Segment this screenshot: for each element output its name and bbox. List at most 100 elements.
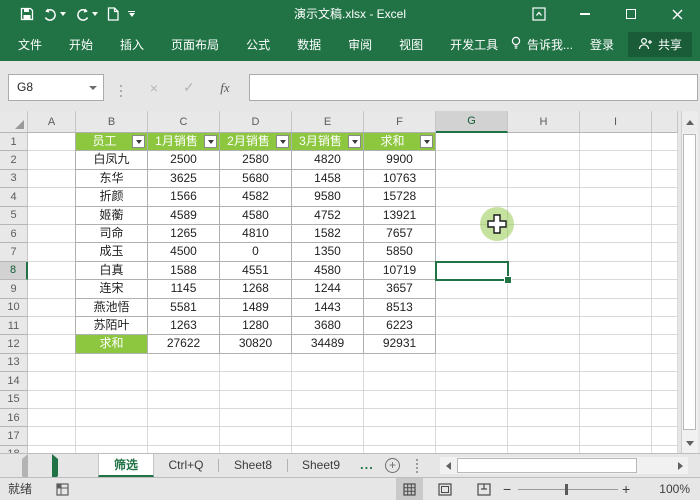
value-cell[interactable]: 4582 xyxy=(220,188,292,207)
row-header-4[interactable]: 4 xyxy=(0,188,28,207)
value-cell[interactable]: 4580 xyxy=(220,206,292,225)
tab-home[interactable]: 开始 xyxy=(69,36,93,53)
value-cell[interactable]: 5581 xyxy=(148,298,220,317)
undo-dropdown-icon[interactable] xyxy=(60,12,66,16)
value-cell[interactable]: 9580 xyxy=(292,188,364,207)
table-header-E1[interactable]: 3月销售 xyxy=(292,133,364,152)
tab-developer[interactable]: 开发工具 xyxy=(450,36,498,53)
column-header-B[interactable]: B xyxy=(76,111,148,133)
vertical-scroll-thumb[interactable] xyxy=(683,134,696,430)
customize-quick-access-icon[interactable] xyxy=(128,10,135,18)
value-cell[interactable]: 4500 xyxy=(148,243,220,262)
column-header-A[interactable]: A xyxy=(28,111,76,133)
value-cell[interactable]: 6223 xyxy=(364,317,436,336)
select-all-corner[interactable] xyxy=(0,111,28,133)
tab-review[interactable]: 审阅 xyxy=(348,36,372,53)
value-cell[interactable]: 1244 xyxy=(292,280,364,299)
tab-formulas[interactable]: 公式 xyxy=(246,36,270,53)
row-header-8[interactable]: 8 xyxy=(0,261,28,281)
table-header-C1[interactable]: 1月销售 xyxy=(148,133,220,152)
insert-function-icon[interactable]: fx xyxy=(212,74,238,101)
value-cell[interactable]: 1263 xyxy=(148,317,220,336)
tell-me-box[interactable]: 告诉我... xyxy=(510,36,573,53)
value-cell[interactable]: 4820 xyxy=(292,151,364,170)
total-value-cell[interactable]: 30820 xyxy=(220,335,292,354)
column-header-partial[interactable] xyxy=(652,111,678,133)
name-box[interactable]: G8 xyxy=(8,74,104,101)
filter-dropdown-icon[interactable] xyxy=(348,135,361,149)
value-cell[interactable]: 7657 xyxy=(364,225,436,244)
row-header-16[interactable]: 16 xyxy=(0,409,28,428)
zoom-in-icon[interactable]: + xyxy=(622,478,630,500)
formula-bar-splitter[interactable] xyxy=(120,90,122,92)
name-box-dropdown-icon[interactable] xyxy=(83,75,103,100)
scroll-down-icon[interactable] xyxy=(682,432,698,454)
total-value-cell[interactable]: 27622 xyxy=(148,335,220,354)
value-cell[interactable]: 5680 xyxy=(220,169,292,189)
row-header-12[interactable]: 12 xyxy=(0,335,28,354)
column-header-I[interactable]: I xyxy=(580,111,652,133)
horizontal-scrollbar[interactable] xyxy=(440,457,688,474)
column-header-F[interactable]: F xyxy=(364,111,436,133)
column-header-C[interactable]: C xyxy=(148,111,220,133)
value-cell[interactable]: 3680 xyxy=(292,317,364,336)
value-cell[interactable]: 3657 xyxy=(364,280,436,299)
zoom-out-icon[interactable]: − xyxy=(503,478,511,500)
horizontal-scroll-thumb[interactable] xyxy=(457,458,637,473)
value-cell[interactable]: 13921 xyxy=(364,206,436,225)
value-cell[interactable]: 4589 xyxy=(148,206,220,225)
previous-sheet-icon[interactable] xyxy=(22,454,28,481)
zoom-slider[interactable] xyxy=(518,489,618,490)
employee-name-cell[interactable]: 白凤九 xyxy=(76,151,148,170)
filter-dropdown-icon[interactable] xyxy=(276,135,289,149)
row-header-7[interactable]: 7 xyxy=(0,243,28,262)
sheet-tab-sheet8[interactable]: Sheet8 xyxy=(219,454,287,477)
value-cell[interactable]: 1588 xyxy=(148,261,220,281)
scroll-left-icon[interactable] xyxy=(440,457,456,474)
value-cell[interactable]: 2580 xyxy=(220,151,292,170)
employee-name-cell[interactable]: 成玉 xyxy=(76,243,148,262)
value-cell[interactable]: 10719 xyxy=(364,261,436,281)
employee-name-cell[interactable]: 白真 xyxy=(76,261,148,281)
fill-handle[interactable] xyxy=(504,276,512,285)
filter-dropdown-icon[interactable] xyxy=(420,135,433,149)
column-header-G[interactable]: G xyxy=(436,111,508,133)
value-cell[interactable]: 1458 xyxy=(292,169,364,189)
sheet-tab-ctrlq[interactable]: Ctrl+Q xyxy=(154,454,218,477)
worksheet-grid[interactable]: ABCDEFGHI123456789101112131415161718员工1月… xyxy=(0,111,678,453)
value-cell[interactable]: 4580 xyxy=(292,261,364,281)
value-cell[interactable]: 1350 xyxy=(292,243,364,262)
value-cell[interactable]: 1280 xyxy=(220,317,292,336)
normal-view-icon[interactable] xyxy=(396,478,423,500)
table-header-F1[interactable]: 求和 xyxy=(364,133,436,152)
row-header-17[interactable]: 17 xyxy=(0,427,28,446)
value-cell[interactable]: 10763 xyxy=(364,169,436,189)
employee-name-cell[interactable]: 苏陌叶 xyxy=(76,317,148,336)
vertical-scrollbar[interactable] xyxy=(681,111,698,454)
page-layout-view-icon[interactable] xyxy=(432,478,458,500)
tabbar-splitter[interactable] xyxy=(416,459,418,473)
tab-view[interactable]: 视图 xyxy=(399,36,423,53)
sheet-tab-sheet9[interactable]: Sheet9 xyxy=(288,454,354,477)
value-cell[interactable]: 1489 xyxy=(220,298,292,317)
scroll-right-icon[interactable] xyxy=(672,457,688,474)
sign-in-button[interactable]: 登录 xyxy=(590,36,614,53)
table-header-B1[interactable]: 员工 xyxy=(76,133,148,152)
filter-dropdown-icon[interactable] xyxy=(204,135,217,149)
page-break-preview-icon[interactable] xyxy=(471,478,497,500)
column-header-E[interactable]: E xyxy=(292,111,364,133)
row-header-10[interactable]: 10 xyxy=(0,298,28,317)
maximize-icon[interactable] xyxy=(608,0,654,28)
value-cell[interactable]: 1268 xyxy=(220,280,292,299)
new-document-icon[interactable] xyxy=(107,7,119,21)
row-header-11[interactable]: 11 xyxy=(0,317,28,336)
sheet-tab-filter[interactable]: 筛选 xyxy=(98,454,154,477)
employee-name-cell[interactable]: 东华 xyxy=(76,169,148,189)
value-cell[interactable]: 9900 xyxy=(364,151,436,170)
minimize-icon[interactable] xyxy=(562,0,608,28)
scroll-up-icon[interactable] xyxy=(682,111,698,133)
employee-name-cell[interactable]: 燕池悟 xyxy=(76,298,148,317)
value-cell[interactable]: 5850 xyxy=(364,243,436,262)
value-cell[interactable]: 1566 xyxy=(148,188,220,207)
filter-dropdown-icon[interactable] xyxy=(132,135,145,149)
